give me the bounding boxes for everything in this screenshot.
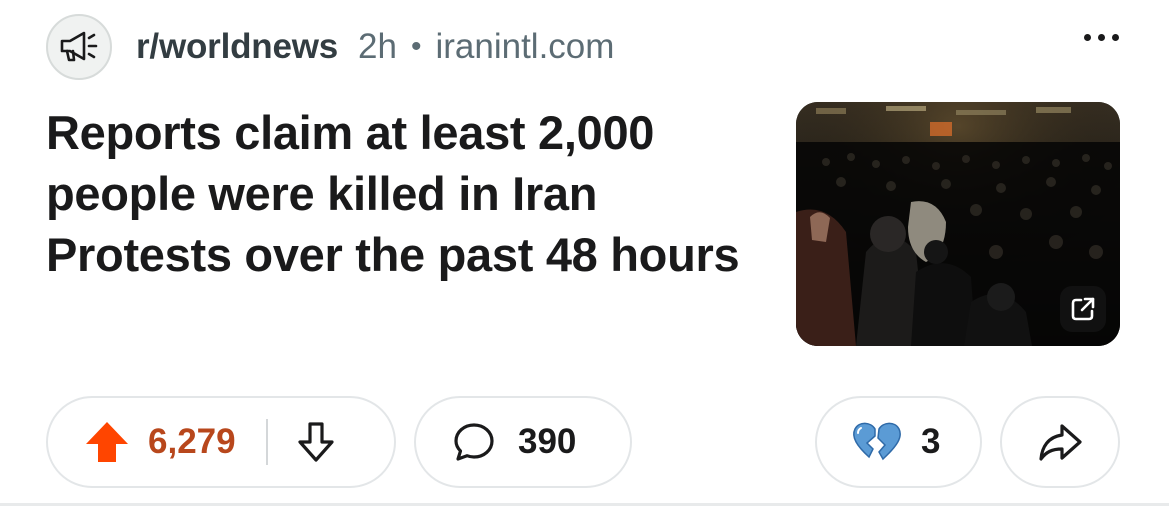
subreddit-avatar[interactable] — [46, 14, 112, 80]
post-thumbnail[interactable] — [796, 102, 1120, 346]
post-card[interactable]: r/worldnews 2h • iranintl.com Reports cl… — [0, 0, 1169, 506]
award-button[interactable]: 3 — [815, 396, 982, 488]
downvote-icon — [297, 422, 334, 462]
post-domain[interactable]: iranintl.com — [435, 27, 614, 67]
award-count: 3 — [921, 422, 941, 461]
post-title[interactable]: Reports claim at least 2,000 people were… — [46, 102, 746, 285]
broken-heart-icon — [853, 422, 901, 461]
megaphone-icon — [60, 31, 98, 62]
comments-button[interactable]: 390 — [414, 396, 632, 488]
post-age: 2h — [358, 27, 397, 66]
share-arrow-icon — [1039, 424, 1082, 461]
comment-count: 390 — [518, 422, 577, 461]
external-link-icon — [1060, 286, 1106, 332]
meta-separator: • — [410, 30, 422, 63]
more-options-icon[interactable] — [1084, 34, 1119, 41]
vote-divider — [265, 419, 268, 465]
comment-bubble-icon — [454, 423, 494, 461]
post-header: r/worldnews 2h • iranintl.com — [46, 12, 614, 82]
share-button[interactable] — [1000, 396, 1120, 488]
upvote-button[interactable] — [84, 420, 130, 464]
subreddit-name[interactable]: r/worldnews — [136, 27, 338, 67]
upvote-icon — [86, 422, 128, 462]
vote-score: 6,279 — [148, 422, 236, 461]
vote-bar: 6,279 — [46, 396, 396, 488]
downvote-button[interactable] — [294, 420, 338, 464]
